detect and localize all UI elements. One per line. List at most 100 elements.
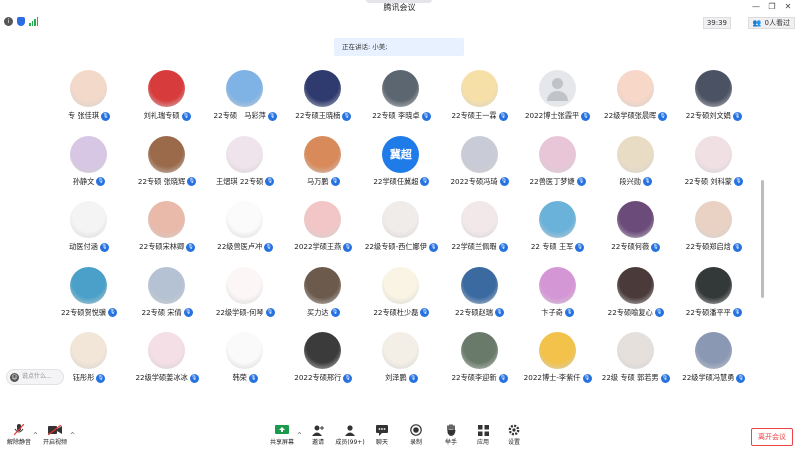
- share-screen-button[interactable]: 共享屏幕: [265, 424, 299, 446]
- participant-name-label: 22学硕兰佩暇: [451, 242, 497, 251]
- participant-name: 马万鹏 🎙: [284, 177, 362, 187]
- participant-tile[interactable]: 王熠琪 22专硕 🎙: [206, 132, 284, 192]
- participant-tile[interactable]: 刘礼瑞专硕 🎙: [128, 66, 206, 126]
- participant-tile[interactable]: 2022专硕邢行 🎙: [284, 328, 362, 388]
- participant-tile[interactable]: 22级学硕张晨晖 🎙: [597, 66, 675, 126]
- record-button[interactable]: 录制: [399, 424, 433, 446]
- restore-icon[interactable]: ❐: [765, 1, 779, 13]
- apps-button[interactable]: 应用: [466, 424, 500, 446]
- chat-button[interactable]: 聊天: [365, 424, 399, 446]
- video-button[interactable]: 开启视频: [38, 424, 72, 446]
- participant-tile[interactable]: 22专硕 马彩萍 🎙: [206, 66, 284, 126]
- participant-tile[interactable]: 22专硕何薇 🎙: [597, 197, 675, 257]
- microphone-icon: 🎙: [181, 111, 191, 121]
- participant-tile[interactable]: 22兽医丁梦婕 🎙: [519, 132, 597, 192]
- participant-tile[interactable]: 22级学硕冯慧勇 🎙: [675, 328, 753, 388]
- participant-tile[interactable]: 22专硕 李晓卓 🎙: [362, 66, 440, 126]
- settings-label: 设置: [507, 439, 520, 446]
- chat-input[interactable]: ☺ 说点什么...: [6, 369, 64, 385]
- participant-tile[interactable]: 2022博士张霞平 🎙: [519, 66, 597, 126]
- avatar: [460, 135, 498, 173]
- invite-button[interactable]: 邀请: [301, 424, 335, 446]
- viewers-button[interactable]: 👥 0人看过: [747, 17, 795, 29]
- video-options-chevron-icon[interactable]: ^: [70, 432, 75, 439]
- participant-tile[interactable]: 22专硕贺悦骥 🎙: [50, 263, 128, 323]
- participant-name: 刘礼瑞专硕 🎙: [128, 111, 206, 121]
- gear-icon: [507, 424, 521, 436]
- microphone-icon: 🎙: [248, 373, 258, 383]
- participant-tile[interactable]: 22专硕杜少磊 🎙: [362, 263, 440, 323]
- participant-tile[interactable]: 22级兽医卢冲 🎙: [206, 197, 284, 257]
- participant-tile[interactable]: 2022学硕王燕 🎙: [284, 197, 362, 257]
- emoji-icon[interactable]: ☺: [10, 372, 19, 382]
- leave-meeting-button[interactable]: 离开会议: [751, 428, 793, 446]
- participant-tile[interactable]: 22专硕 张晓辉 🎙: [128, 132, 206, 192]
- mute-button[interactable]: 解除静音: [2, 424, 36, 446]
- participant-tile[interactable]: 22专硕潘平平 🎙: [675, 263, 753, 323]
- microphone-icon: 🎙: [660, 373, 670, 383]
- people-icon: 👥: [752, 19, 762, 27]
- participant-tile[interactable]: 韩荣 🎙: [206, 328, 284, 388]
- participant-tile[interactable]: 刘泽鹏 🎙: [362, 328, 440, 388]
- participant-tile[interactable]: 22级学硕姜冰冰 🎙: [128, 328, 206, 388]
- participant-tile[interactable]: 段兴勋 🎙: [597, 132, 675, 192]
- participant-name-label: 22专硕郑启焓: [685, 242, 731, 251]
- microphone-icon: 🎙: [96, 373, 106, 383]
- mute-label: 解除静音: [6, 439, 31, 446]
- members-button[interactable]: 成员(99+): [333, 424, 367, 446]
- participant-tile[interactable]: 22专硕宋林卿 🎙: [128, 197, 206, 257]
- participant-tile[interactable]: 22 专硕 王军 🎙: [519, 197, 597, 257]
- participant-tile[interactable]: 2022博士-李紫仟 🎙: [519, 328, 597, 388]
- participant-tile[interactable]: 专 张佳琪 🎙: [50, 66, 128, 126]
- participant-tile[interactable]: 22学硕兰佩暇 🎙: [441, 197, 519, 257]
- participant-name-label: 22专硕 马彩萍: [213, 111, 266, 120]
- participant-tile[interactable]: 22级 专硕 郭若男 🎙: [597, 328, 675, 388]
- participant-tile[interactable]: 22专硕喻复心 🎙: [597, 263, 675, 323]
- microphone-icon: 🎙: [330, 308, 340, 317]
- participant-name-label: 2022博士张霞平: [524, 111, 580, 120]
- avatar: [538, 266, 576, 304]
- close-icon[interactable]: ✕: [781, 1, 795, 13]
- microphone-icon: 🎙: [498, 373, 508, 383]
- microphone-icon: 🎙: [498, 242, 508, 252]
- participant-name: 22级学硕张晨晖 🎙: [597, 111, 675, 121]
- info-icon[interactable]: i: [4, 17, 13, 26]
- participant-tile[interactable]: 22专硕王一霖 🎙: [441, 66, 519, 126]
- raise-hand-button[interactable]: 举手: [434, 424, 468, 446]
- microphone-icon: 🎙: [420, 177, 430, 186]
- participant-tile[interactable]: 22专硕 刘科蒙 🎙: [675, 132, 753, 192]
- participant-tile[interactable]: 22专硕王晓楠 🎙: [284, 66, 362, 126]
- microphone-icon: 🎙: [494, 308, 504, 317]
- participant-name: 22级学硕冯慧勇 🎙: [675, 373, 753, 383]
- minimize-icon[interactable]: —: [749, 1, 763, 13]
- settings-button[interactable]: 设置: [497, 424, 531, 446]
- participant-name-label: 22专硕杜少磊: [373, 307, 419, 317]
- participant-tile[interactable]: 2022专硕冯琦 🎙: [441, 132, 519, 192]
- participant-tile[interactable]: 买力达 🎙: [284, 263, 362, 323]
- participant-tile[interactable]: 冀超 22学硕任冀超 🎙: [362, 132, 440, 192]
- participant-tile[interactable]: 22级专硕-西仁娜伊 🎙: [362, 197, 440, 257]
- microphone-icon: 🎙: [421, 111, 431, 121]
- participant-tile[interactable]: 马万鹏 🎙: [284, 132, 362, 192]
- signal-icon[interactable]: [29, 17, 38, 26]
- participant-tile[interactable]: 22专硕 宋倩 🎙: [128, 263, 206, 323]
- participant-tile[interactable]: 动医付涵 🎙: [50, 197, 128, 257]
- participant-name: 22专硕贺悦骥 🎙: [50, 308, 128, 318]
- participant-tile[interactable]: 22级学硕-何琴 🎙: [206, 263, 284, 323]
- shield-icon[interactable]: [17, 17, 25, 26]
- participant-name: 刘泽鹏 🎙: [362, 373, 440, 383]
- participant-tile[interactable]: 孙静文 🎙: [50, 132, 128, 192]
- participant-name: 2022专硕邢行 🎙: [284, 373, 362, 383]
- grid-scrollbar[interactable]: [761, 180, 764, 298]
- participant-tile[interactable]: 22专硕刘文娟 🎙: [675, 66, 753, 126]
- microphone-icon: 🎙: [96, 177, 106, 186]
- participant-tile[interactable]: 22专硕赵瑞 🎙: [441, 263, 519, 323]
- avatar: [694, 332, 732, 369]
- avatar: [694, 266, 732, 304]
- participant-tile[interactable]: 卞子奇 🎙: [519, 263, 597, 323]
- participant-tile[interactable]: 22专硕李迎新 🎙: [441, 328, 519, 388]
- participant-tile[interactable]: 22专硕郑启焓 🎙: [675, 197, 753, 257]
- microphone-icon: 🎙: [651, 242, 661, 252]
- microphone-icon: 🎙: [575, 242, 585, 252]
- microphone-icon: 🎙: [265, 177, 275, 186]
